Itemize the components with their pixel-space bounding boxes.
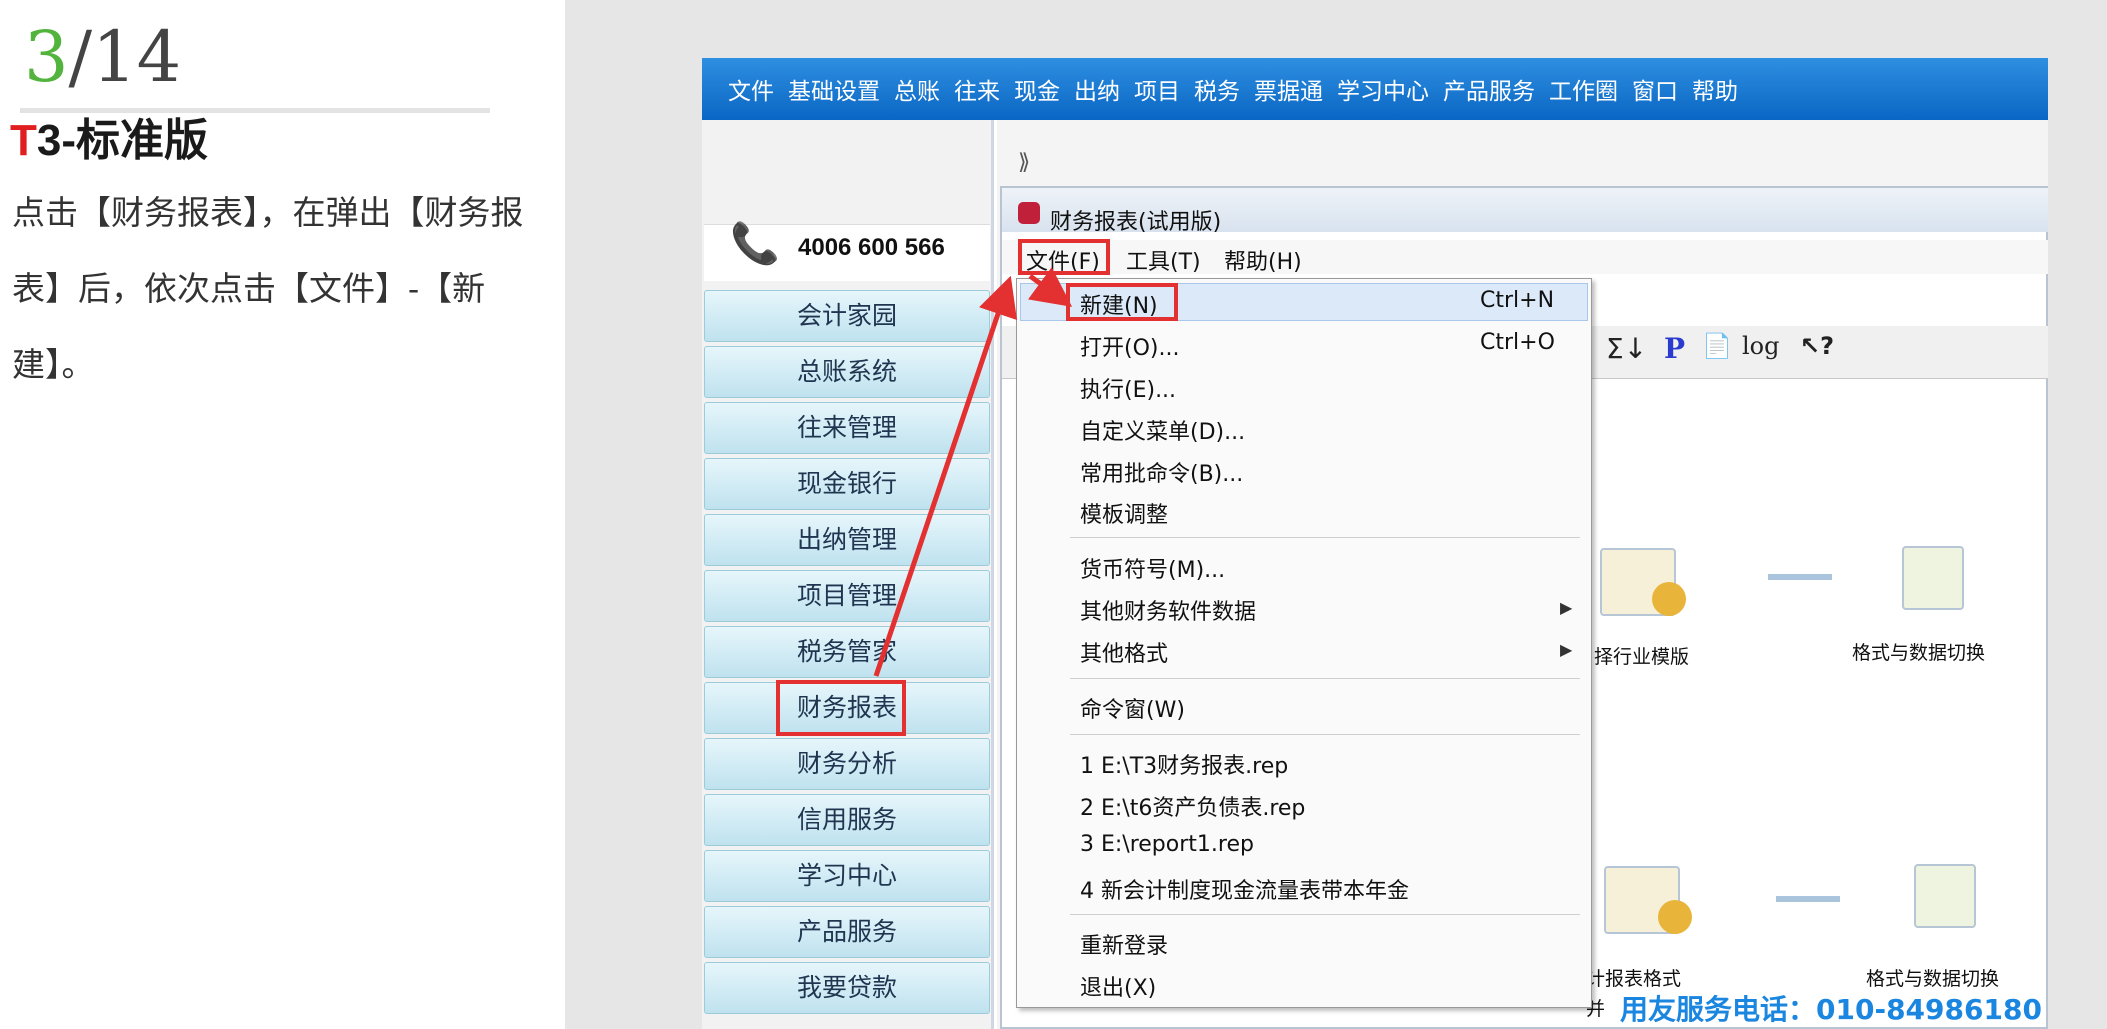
service-phone-watermark: 用友服务电话：010-84986180 xyxy=(1620,993,2042,1026)
arrow-to-file-menu xyxy=(873,275,1017,677)
annotation-arrows xyxy=(873,267,1073,677)
arrow-to-new-item xyxy=(1028,267,1073,307)
